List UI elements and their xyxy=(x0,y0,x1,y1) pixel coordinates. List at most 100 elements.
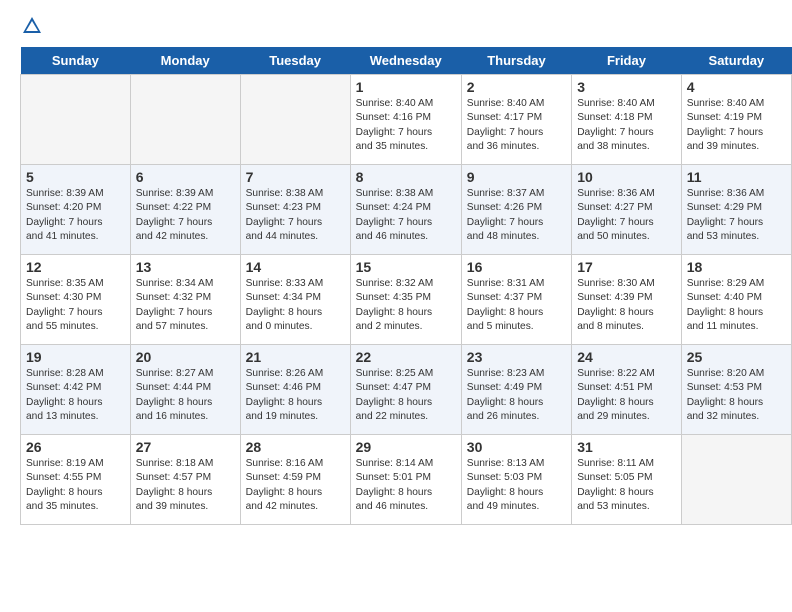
day-header-friday: Friday xyxy=(572,47,682,75)
day-number: 31 xyxy=(577,439,676,455)
daylight-text: Daylight: 8 hours xyxy=(577,307,653,318)
sunrise-text: Sunrise: 8:35 AM xyxy=(26,278,104,289)
daylight-minutes-text: and 29 minutes. xyxy=(577,411,650,422)
daylight-text: Daylight: 8 hours xyxy=(136,397,212,408)
day-cell-16: 16Sunrise: 8:31 AMSunset: 4:37 PMDayligh… xyxy=(461,255,571,345)
daylight-text: Daylight: 8 hours xyxy=(26,487,102,498)
day-cell-10: 10Sunrise: 8:36 AMSunset: 4:27 PMDayligh… xyxy=(572,165,682,255)
sunrise-text: Sunrise: 8:40 AM xyxy=(467,98,545,109)
sunset-text: Sunset: 4:29 PM xyxy=(687,202,762,213)
sunset-text: Sunset: 4:16 PM xyxy=(356,112,431,123)
day-cell-8: 8 Sunrise: 8:38 AMSunset: 4:24 PMDaylight… xyxy=(350,165,461,255)
sunrise-text: Sunrise: 8:34 AM xyxy=(136,278,214,289)
day-cell-6: 6Sunrise: 8:39 AMSunset: 4:22 PMDaylight… xyxy=(130,165,240,255)
sunset-text: Sunset: 4:27 PM xyxy=(577,202,652,213)
sunset-text: Sunset: 4:19 PM xyxy=(687,112,762,123)
daylight-text: Daylight: 8 hours xyxy=(136,487,212,498)
day-number: 9 xyxy=(467,169,566,185)
sunset-text: Sunset: 4:17 PM xyxy=(467,112,542,123)
daylight-text: Daylight: 7 hours xyxy=(467,127,543,138)
sunset-text: Sunset: 4:42 PM xyxy=(26,382,101,393)
empty-cell xyxy=(681,435,791,525)
day-number: 10 xyxy=(577,169,676,185)
day-cell-31: 31 Sunrise: 8:11 AMSunset: 5:05 PMDayligh… xyxy=(572,435,682,525)
sunrise-text: Sunrise: 8:32 AM xyxy=(356,278,434,289)
day-cell-2: 2Sunrise: 8:40 AMSunset: 4:17 PMDaylight… xyxy=(461,75,571,165)
daylight-minutes-text: and 39 minutes. xyxy=(136,501,209,512)
sunset-text: Sunset: 4:55 PM xyxy=(26,472,101,483)
sunset-text: Sunset: 4:20 PM xyxy=(26,202,101,213)
sunset-text: Sunset: 4:39 PM xyxy=(577,292,652,303)
sunrise-text: Sunrise: 8:23 AM xyxy=(467,368,545,379)
daylight-text: Daylight: 7 hours xyxy=(136,217,212,228)
daylight-minutes-text: and 0 minutes. xyxy=(246,321,313,332)
day-info: Sunrise: 8:22 AMSunset: 4:51 PMDaylight:… xyxy=(577,367,676,424)
day-number: 8 xyxy=(356,169,456,185)
sunset-text: Sunset: 4:49 PM xyxy=(467,382,542,393)
daylight-text: Daylight: 8 hours xyxy=(467,397,543,408)
sunrise-text: Sunrise: 8:40 AM xyxy=(577,98,655,109)
day-cell-27: 27Sunrise: 8:18 AMSunset: 4:57 PMDayligh… xyxy=(130,435,240,525)
day-number: 13 xyxy=(136,259,235,275)
daylight-minutes-text: and 5 minutes. xyxy=(467,321,534,332)
day-info: Sunrise: 8:40 AM Sunset: 4:17 PM Daylight:… xyxy=(467,97,566,154)
sunrise-text: Sunrise: 8:16 AM xyxy=(246,458,324,469)
daylight-text: Daylight: 7 hours xyxy=(26,217,102,228)
day-cell-24: 24 Sunrise: 8:22 AMSunset: 4:51 PMDayligh… xyxy=(572,345,682,435)
day-info: Sunrise: 8:11 AMSunset: 5:05 PMDaylight:… xyxy=(577,457,676,514)
daylight-minutes-text: and 36 minutes. xyxy=(467,141,540,152)
day-cell-20: 20Sunrise: 8:27 AMSunset: 4:44 PMDayligh… xyxy=(130,345,240,435)
day-info: Sunrise: 8:34 AMSunset: 4:32 PMDaylight:… xyxy=(136,277,235,334)
week-row-1: 1Sunrise: 8:40 AMSunset: 4:16 PMDaylight… xyxy=(21,75,792,165)
day-number: 25 xyxy=(687,349,786,365)
day-number: 20 xyxy=(136,349,235,365)
daylight-text: Daylight: 7 hours xyxy=(577,127,653,138)
sunset-text: Sunset: 4:37 PM xyxy=(467,292,542,303)
daylight-minutes-text: and 46 minutes. xyxy=(356,231,429,242)
daylight-text: Daylight: 8 hours xyxy=(467,487,543,498)
day-number: 17 xyxy=(577,259,676,275)
sunrise-text: Sunrise: 8:18 AM xyxy=(136,458,214,469)
day-number: 14 xyxy=(246,259,345,275)
sunset-text: Sunset: 4:34 PM xyxy=(246,292,321,303)
day-cell-17: 17Sunrise: 8:30 AMSunset: 4:39 PMDayligh… xyxy=(572,255,682,345)
daylight-text: Daylight: 7 hours xyxy=(577,217,653,228)
day-info: Sunrise: 8:38 AMSunset: 4:24 PMDaylight:… xyxy=(356,187,456,244)
day-info: Sunrise: 8:37 AMSunset: 4:26 PMDaylight:… xyxy=(467,187,566,244)
day-info: Sunrise: 8:31 AMSunset: 4:37 PMDaylight:… xyxy=(467,277,566,334)
day-info: Sunrise: 8:20 AMSunset: 4:53 PMDaylight:… xyxy=(687,367,786,424)
day-info: Sunrise: 8:40 AMSunset: 4:19 PMDaylight:… xyxy=(687,97,786,154)
empty-cell xyxy=(240,75,350,165)
day-cell-18: 18Sunrise: 8:29 AMSunset: 4:40 PMDayligh… xyxy=(681,255,791,345)
empty-cell xyxy=(21,75,131,165)
day-number: 7 xyxy=(246,169,345,185)
daylight-text: Daylight: 8 hours xyxy=(356,487,432,498)
day-cell-3: 3Sunrise: 8:40 AMSunset: 4:18 PMDaylight… xyxy=(572,75,682,165)
daylight-minutes-text: and 39 minutes. xyxy=(687,141,760,152)
day-info: Sunrise: 8:29 AMSunset: 4:40 PMDaylight:… xyxy=(687,277,786,334)
daylight-minutes-text: and 35 minutes. xyxy=(26,501,99,512)
sunrise-text: Sunrise: 8:11 AM xyxy=(577,458,654,469)
day-header-sunday: Sunday xyxy=(21,47,131,75)
sunset-text: Sunset: 4:46 PM xyxy=(246,382,321,393)
calendar-wrapper: SundayMondayTuesdayWednesdayThursdayFrid… xyxy=(0,47,792,535)
daylight-minutes-text: and 38 minutes. xyxy=(577,141,650,152)
sunset-text: Sunset: 5:03 PM xyxy=(467,472,542,483)
day-cell-26: 26Sunrise: 8:19 AMSunset: 4:55 PMDayligh… xyxy=(21,435,131,525)
daylight-text: Daylight: 8 hours xyxy=(246,307,322,318)
day-cell-19: 19Sunrise: 8:28 AMSunset: 4:42 PMDayligh… xyxy=(21,345,131,435)
day-info: Sunrise: 8:40 AMSunset: 4:18 PMDaylight:… xyxy=(577,97,676,154)
day-header-saturday: Saturday xyxy=(681,47,791,75)
sunrise-text: Sunrise: 8:33 AM xyxy=(246,278,324,289)
day-header-wednesday: Wednesday xyxy=(350,47,461,75)
day-info: Sunrise: 8:13 AM Sunset: 5:03 PM Daylight:… xyxy=(467,457,566,514)
day-number: 12 xyxy=(26,259,125,275)
day-info: Sunrise: 8:23 AM Sunset: 4:49 PM Daylight:… xyxy=(467,367,566,424)
sunrise-text: Sunrise: 8:13 AM xyxy=(467,458,545,469)
sunset-text: Sunset: 4:53 PM xyxy=(687,382,762,393)
day-number: 24 xyxy=(577,349,676,365)
sunset-text: Sunset: 4:44 PM xyxy=(136,382,211,393)
day-info: Sunrise: 8:38 AMSunset: 4:23 PMDaylight:… xyxy=(246,187,345,244)
daylight-text: Daylight: 8 hours xyxy=(246,487,322,498)
calendar: SundayMondayTuesdayWednesdayThursdayFrid… xyxy=(20,47,792,525)
